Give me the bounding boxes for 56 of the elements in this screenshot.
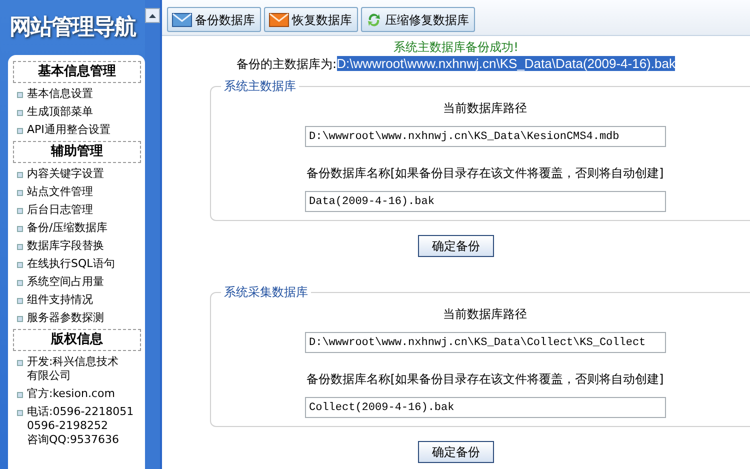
scrollbar[interactable] xyxy=(145,0,160,469)
menu-item[interactable]: 内容关键字设置 xyxy=(11,167,143,181)
bullet-icon xyxy=(17,226,23,232)
path-field[interactable]: D:\wwwroot\www.nxhnwj.cn\KS_Data\KesionCMS4.mdb xyxy=(305,126,666,147)
toolbar-button[interactable]: 压缩修复数据库 xyxy=(361,7,475,32)
field-label: 备份数据库名称[如果备份目录存在该文件将覆盖，否则将自动创建] xyxy=(305,371,665,387)
section-heading: 版权信息 xyxy=(13,329,141,351)
toolbar-button[interactable]: 恢复数据库 xyxy=(264,7,358,32)
filename-field[interactable]: Data(2009-4-16).bak xyxy=(305,191,666,212)
section-heading: 基本信息管理 xyxy=(13,61,141,83)
menu-item[interactable]: 备份/压缩数据库 xyxy=(11,221,143,235)
menu-item[interactable]: 系统空间占用量 xyxy=(11,275,143,289)
menu-item[interactable]: 组件支持情况 xyxy=(11,293,143,307)
bullet-icon xyxy=(17,244,23,250)
bullet-icon xyxy=(17,392,23,398)
field-label: 当前数据库路径 xyxy=(442,306,528,322)
field-label: 当前数据库路径 xyxy=(442,100,528,116)
bullet-icon xyxy=(17,92,23,98)
menu-item[interactable]: 数据库字段替换 xyxy=(11,239,143,253)
backup-path: D:\wwwroot\www.nxhnwj.cn\KS_Data\Data(2009-4-16).bak xyxy=(336,56,676,71)
toolbar-button[interactable]: 备份数据库 xyxy=(167,7,261,32)
bullet-icon xyxy=(17,316,23,322)
success-message: 系统主数据库备份成功! xyxy=(392,40,520,55)
menu-item[interactable]: 站点文件管理 xyxy=(11,185,143,199)
sidebar-title: 网站管理导航 xyxy=(8,14,137,42)
menu-item[interactable]: 后台日志管理 xyxy=(11,203,143,217)
field-label: 备份数据库名称[如果备份目录存在该文件将覆盖，否则将自动创建] xyxy=(305,165,665,181)
menu-item[interactable]: 在线执行SQL语句 xyxy=(11,257,143,271)
bullet-icon xyxy=(17,360,23,366)
section-heading: 辅助管理 xyxy=(13,141,141,163)
filename-field[interactable]: Collect(2009-4-16).bak xyxy=(305,397,666,418)
backup-button[interactable]: 确定备份 xyxy=(418,235,494,257)
menu-item[interactable]: API通用整合设置 xyxy=(11,123,143,137)
path-field[interactable]: D:\wwwroot\www.nxhnwj.cn\KS_Data\Collect\KS_Collect xyxy=(305,332,666,353)
envelope-icon xyxy=(172,12,192,26)
bullet-icon xyxy=(17,110,23,116)
up-arrow-icon xyxy=(149,14,156,18)
envelope-icon xyxy=(269,12,289,26)
bullet-icon xyxy=(17,190,23,196)
bullet-icon xyxy=(17,262,23,268)
bullet-icon xyxy=(17,208,23,214)
recycle-icon xyxy=(366,12,382,28)
menu-item[interactable]: 生成顶部菜单 xyxy=(11,105,143,119)
bullet-icon xyxy=(17,410,23,416)
bullet-icon xyxy=(17,280,23,286)
backup-path-label: 备份的主数据库为: xyxy=(236,57,337,71)
menu-item[interactable]: 服务器参数探测 xyxy=(11,311,143,325)
menu-item[interactable]: 电话:0596-2218051 0596-2198252 咨询QQ:9537636 xyxy=(11,405,143,447)
scroll-up-button[interactable] xyxy=(145,8,160,23)
menu-item[interactable]: 开发:科兴信息技术 有限公司 xyxy=(11,355,143,383)
menu-item[interactable]: 基本信息设置 xyxy=(11,87,143,101)
backup-button[interactable]: 确定备份 xyxy=(418,441,494,463)
bullet-icon xyxy=(17,128,23,134)
menu-item[interactable]: 官方:kesion.com xyxy=(11,387,143,401)
bullet-icon xyxy=(17,172,23,178)
bullet-icon xyxy=(17,298,23,304)
